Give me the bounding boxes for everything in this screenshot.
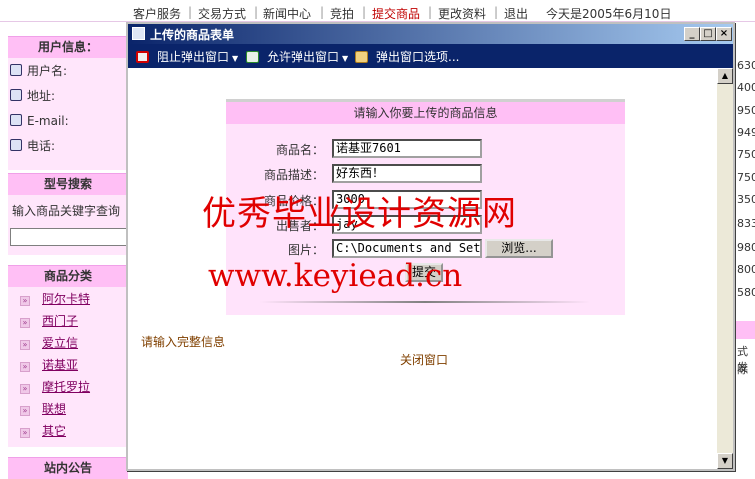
price-value: 750 (737, 148, 755, 161)
allow-popups-button[interactable]: 允许弹出窗口 ▼ (246, 48, 348, 65)
price-value: 750 (737, 171, 755, 184)
category-item[interactable]: » 摩托罗拉 (20, 378, 90, 396)
nav-customer-service[interactable]: 客户服务 (133, 5, 181, 22)
username-row: 用户名: (10, 62, 67, 80)
date-text: 今天是2005年6月10日 (546, 7, 672, 21)
price-value: 800 (737, 263, 755, 276)
category-item[interactable]: » 西门子 (20, 312, 78, 330)
left-sidebar: 用户信息： 用户名: 地址: E-mail: 电话: 型号搜索 输入商品关键字查… (0, 22, 130, 479)
nav-auction[interactable]: 竞拍 (330, 5, 354, 22)
price-value: 833 (737, 217, 755, 230)
dropdown-arrow-icon: ▼ (342, 54, 349, 63)
price-value: 949 (737, 126, 755, 139)
close-window-link[interactable]: 关闭窗口 (400, 351, 448, 368)
image-label: 图片： (287, 243, 324, 257)
nav-separator: | (254, 5, 259, 19)
address-icon (10, 89, 22, 101)
nav-separator: | (188, 5, 193, 19)
price-value: 950 (737, 104, 755, 117)
category-item[interactable]: » 爱立信 (20, 334, 78, 352)
window-title: 上传的商品表单 (150, 28, 235, 42)
ie-window-icon (132, 27, 145, 40)
category-item[interactable]: » 联想 (20, 400, 66, 418)
chevron-right-icon: » (20, 362, 30, 372)
user-info-heading: 用户信息： (8, 36, 128, 58)
price-value: 400 (737, 81, 755, 94)
email-icon (10, 114, 22, 126)
scroll-up-button[interactable]: ▲ (717, 68, 733, 84)
maximize-button[interactable]: □ (700, 27, 716, 41)
image-path-input[interactable]: C:\Documents and Sett (332, 239, 482, 258)
block-icon (136, 51, 149, 63)
close-window-button[interactable]: × (716, 27, 732, 41)
nav-update-profile[interactable]: 更改资料 (438, 5, 486, 22)
allow-icon (246, 51, 259, 63)
category-heading: 商品分类 (8, 265, 128, 287)
popup-blocker-toolbar: 阻止弹出窗口 ▼ 允许弹出窗口 ▼ 弹出窗口选项... (128, 44, 733, 68)
chevron-right-icon: » (20, 296, 30, 306)
nav-news-center[interactable]: 新闻中心 (263, 5, 311, 22)
top-nav: 客户服务 | 交易方式 | 新闻中心 | 竞拍 | 提交商品 | 更改资料 | … (0, 0, 755, 22)
watermark-title: 优秀毕业设计资源网 (202, 194, 517, 234)
nav-separator: | (428, 5, 433, 19)
form-heading: 请输入你要上传的商品信息 (226, 102, 625, 124)
watermark-url: www.keyiead.cn (208, 258, 463, 294)
nav-separator: | (320, 5, 325, 19)
popup-window: 上传的商品表单 _ □ × 阻止弹出窗口 ▼ 允许弹出窗口 ▼ 弹出窗口选项... … (126, 22, 735, 471)
nav-logout[interactable]: 退出 (504, 5, 528, 22)
validation-message: 请输入完整信息 (141, 335, 226, 349)
model-search-heading: 型号搜索 (8, 173, 128, 195)
nav-separator: | (494, 5, 499, 19)
category-item[interactable]: » 诺基亚 (20, 356, 78, 374)
price-value: 350 (737, 193, 755, 206)
nav-separator: | (362, 5, 367, 19)
price-value: 630 (737, 59, 755, 72)
price-value: 980 (737, 241, 755, 254)
product-desc-label: 商品描述： (263, 168, 324, 182)
background-text: 除 (737, 363, 748, 376)
chevron-right-icon: » (20, 318, 30, 328)
chevron-right-icon: » (20, 340, 30, 350)
search-hint: 输入商品关键字查询 (12, 204, 121, 218)
price-value: 580 (737, 286, 755, 299)
user-icon (10, 64, 22, 76)
phone-row: 电话: (10, 137, 55, 155)
chevron-right-icon: » (20, 428, 30, 438)
vertical-scrollbar[interactable]: ▲ ▼ (717, 68, 733, 469)
browse-button[interactable]: 浏览... (485, 239, 553, 258)
form-divider (260, 301, 590, 303)
block-popups-button[interactable]: 阻止弹出窗口 ▼ (136, 48, 238, 65)
product-desc-input[interactable]: 好东西！ (332, 164, 482, 183)
window-titlebar[interactable]: 上传的商品表单 _ □ × (128, 24, 733, 44)
category-item[interactable]: » 其它 (20, 422, 66, 440)
scroll-down-button[interactable]: ▼ (717, 453, 733, 469)
chevron-right-icon: » (20, 384, 30, 394)
user-info-panel: 用户名: 地址: E-mail: 电话: (8, 58, 128, 170)
nav-trade-method[interactable]: 交易方式 (198, 5, 246, 22)
product-name-input[interactable]: 诺基亚7601 (332, 139, 482, 158)
notice-heading: 站内公告 (8, 457, 128, 479)
chevron-right-icon: » (20, 406, 30, 416)
phone-icon (10, 139, 22, 151)
address-row: 地址: (10, 87, 55, 105)
popup-options-button[interactable]: 弹出窗口选项... (355, 48, 459, 65)
options-icon (355, 51, 368, 63)
category-panel: » 阿尔卡特 » 西门子 » 爱立信 » 诺基亚 » 摩托罗拉 » 联想 » 其它 (8, 287, 128, 447)
minimize-button[interactable]: _ (684, 27, 700, 41)
dropdown-arrow-icon: ▼ (232, 54, 239, 63)
background-section-bar (735, 321, 755, 339)
nav-submit-product[interactable]: 提交商品 (372, 5, 420, 22)
product-name-label: 商品名： (275, 143, 324, 157)
category-item[interactable]: » 阿尔卡特 (20, 290, 90, 308)
email-row: E-mail: (10, 112, 69, 130)
keyword-search-input[interactable] (10, 228, 130, 246)
